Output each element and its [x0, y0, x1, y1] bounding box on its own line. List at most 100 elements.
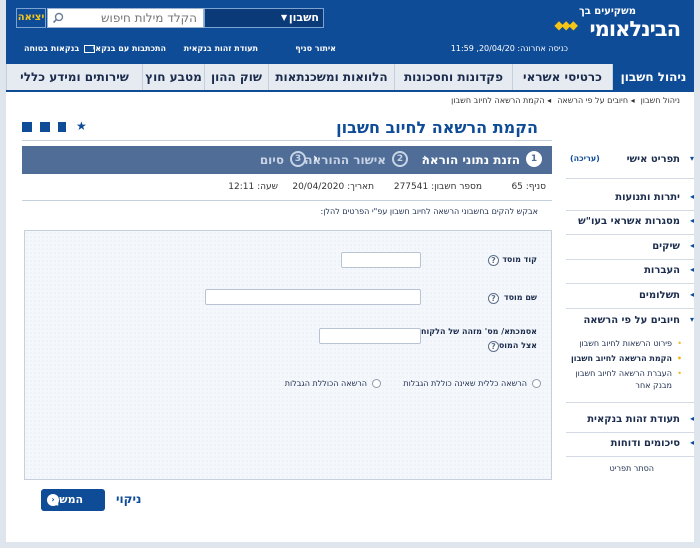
page: משקיעים בך הבינלאומי ◆◆◆ חשבון ▼ יציאה כ… — [0, 0, 700, 548]
sidebar-item-balances[interactable]: ◂ יתרות ותנועות — [566, 192, 694, 206]
step-3-label: סיום — [259, 153, 284, 167]
divider — [566, 308, 694, 309]
chevron-left-icon: ‹ — [47, 494, 59, 506]
breadcrumb: ניהול חשבון◂ חיובים על פי הרשאה◂ הקמת הר… — [451, 96, 680, 105]
search-box — [47, 8, 204, 28]
institution-code-input[interactable] — [341, 252, 421, 268]
sidebar-item-direct-debits[interactable]: ▾ חיובים על פי הרשאה — [566, 315, 694, 329]
sidebar-item-payments[interactable]: ◂ תשלומים — [566, 290, 694, 304]
account-select-label: חשבון — [288, 11, 319, 24]
step-1-label: הזנת נתוני הוראה — [421, 153, 520, 167]
save-icon[interactable] — [40, 122, 50, 132]
chevron-left-icon: ◂ — [689, 216, 694, 225]
search-input[interactable] — [73, 9, 203, 27]
hide-menu-link[interactable]: הסתר תפריט — [610, 464, 654, 473]
divider — [22, 200, 552, 201]
tab-deposits-savings[interactable]: פקדונות וחסכונות — [394, 64, 512, 90]
profile-edit-link[interactable]: (עריכה) — [570, 154, 600, 163]
reference-input[interactable] — [319, 328, 421, 344]
sidebar-subitem-create[interactable]: • הקמת הרשאה לחיוב חשבון — [568, 353, 682, 365]
time-info: שעה: 12:11 — [228, 182, 278, 192]
sidebar-item-transfers[interactable]: ◂ העברות — [566, 265, 694, 279]
top-bar: כניסה אחרונה: 20/04/20, 11:59 איתור סניף… — [6, 42, 694, 58]
sidebar-item-checks[interactable]: ◂ שיקים — [566, 241, 694, 255]
step-3-number: 3 — [290, 151, 306, 167]
page-title: הקמת הרשאה לחיוב חשבון — [336, 118, 538, 137]
form-instruction: אבקש להקים בחשבוני הרשאה לחיוב חשבון עפ"… — [320, 207, 538, 216]
divider — [566, 259, 694, 260]
sidebar-item-credit-lines[interactable]: ◂ מסגרות אשראי בעו"ש — [566, 216, 694, 230]
sidebar-item-label: סיכומים ודוחות — [610, 438, 680, 449]
steps-bar: 1 הזנת נתוני הוראה ‹ 2 אישור ההוראה ‹ 3 … — [22, 146, 552, 174]
account-info-row: סניף: 65 מספר חשבון: 277541 תאריך: 20/04… — [22, 182, 552, 196]
help-icon[interactable]: ? — [488, 341, 499, 352]
chevron-left-icon: ◂ — [689, 265, 694, 274]
radio-no-limits[interactable] — [532, 379, 541, 388]
radio-with-limits[interactable] — [372, 379, 381, 388]
reference-label-line2: אצל המוסד — [494, 341, 537, 350]
bank-id-link[interactable]: תעודת זהות בנקאית — [184, 44, 258, 53]
institution-name-input[interactable] — [205, 289, 421, 305]
breadcrumb-current: הקמת הרשאה לחיוב חשבון — [451, 96, 545, 105]
step-chevron-icon: ‹ — [313, 151, 318, 165]
sidebar-item-bank-id[interactable]: ◂ תעודת זהות בנקאית — [566, 414, 694, 428]
print-icon[interactable] — [22, 122, 32, 132]
step-1-number: 1 — [526, 151, 542, 167]
sidebar-subitem-label: פירוט הרשאות לחיוב חשבון — [579, 339, 672, 348]
divider — [566, 283, 694, 284]
authorization-form: קוד מוסד ? שם מוסד ? אסמכתא/ מס' מזהה של… — [24, 230, 552, 480]
mail-icon — [84, 45, 95, 53]
account-number-info: מספר חשבון: 277541 — [393, 182, 482, 192]
calculator-icon[interactable] — [58, 122, 66, 132]
sidebar-subitem-label: העברת הרשאה לחיוב חשבון מבנק אחר — [575, 369, 673, 390]
tab-capital-market[interactable]: שוק ההון — [204, 64, 268, 90]
divider — [22, 140, 552, 141]
star-icon[interactable]: ★ — [76, 119, 87, 133]
tab-credit-cards[interactable]: כרטיסי אשראי — [512, 64, 612, 90]
bullet-icon: • — [677, 339, 682, 348]
sidebar-item-label: תעודת זהות בנקאית — [587, 414, 680, 425]
continue-button[interactable]: ‹ המשך — [41, 489, 105, 511]
clear-link[interactable]: ניקוי — [116, 492, 141, 506]
account-select[interactable]: חשבון ▼ — [204, 8, 324, 28]
sidebar: ▾ תפריט אישי (עריכה) ◂ יתרות ותנועות ◂ מ… — [566, 144, 694, 482]
divider — [566, 402, 694, 403]
last-login-info: כניסה אחרונה: 20/04/20, 11:59 — [450, 44, 568, 53]
step-chevron-icon: ‹ — [423, 151, 428, 165]
sidebar-item-label: חיובים על פי הרשאה — [583, 315, 680, 326]
help-icon[interactable]: ? — [488, 293, 499, 304]
branch-locator-link[interactable]: איתור סניף — [295, 44, 336, 53]
chevron-down-icon: ▾ — [689, 154, 694, 163]
sidebar-item-profile[interactable]: ▾ תפריט אישי (עריכה) — [566, 154, 694, 168]
bullet-icon: • — [677, 369, 682, 378]
main-nav: ניהול חשבון כרטיסי אשראי פקדונות וחסכונו… — [6, 64, 694, 92]
sidebar-item-label: שיקים — [652, 241, 680, 252]
chevron-down-icon: ▾ — [689, 315, 694, 324]
sidebar-item-label: תשלומים — [638, 290, 680, 301]
breadcrumb-item[interactable]: חיובים על פי הרשאה — [557, 96, 628, 105]
tab-foreign-currency[interactable]: מטבע חוץ — [142, 64, 204, 90]
reference-label: אסמכתא/ מס' מזהה של הלקוח — [421, 327, 537, 336]
logo-mark-icon: ◆◆◆ — [554, 18, 578, 32]
safe-banking-link[interactable]: בנקאות בטוחה — [24, 44, 79, 53]
divider — [566, 456, 694, 457]
breadcrumb-item[interactable]: ניהול חשבון — [641, 96, 680, 105]
divider — [566, 432, 694, 433]
divider — [566, 178, 694, 179]
sidebar-subitem-list[interactable]: • פירוט הרשאות לחיוב חשבון — [568, 338, 682, 350]
search-icon[interactable] — [52, 12, 64, 24]
help-icon[interactable]: ? — [488, 255, 499, 266]
logo-tagline: משקיעים בך — [578, 6, 636, 17]
tab-account-management[interactable]: ניהול חשבון — [612, 64, 694, 90]
tab-loans-mortgages[interactable]: הלוואות ומשכנתאות — [268, 64, 394, 90]
sidebar-item-label: יתרות ותנועות — [615, 192, 680, 203]
exit-button[interactable]: יציאה — [16, 8, 46, 28]
sidebar-subitem-transfer[interactable]: • העברת הרשאה לחיוב חשבון מבנק אחר — [568, 368, 683, 392]
chevron-left-icon: ◂ — [689, 192, 694, 201]
step-2-number: 2 — [392, 151, 408, 167]
sidebar-item-reports[interactable]: ◂ סיכומים ודוחות — [566, 438, 694, 452]
toolbar-icons: ★ — [22, 119, 92, 134]
banker-messaging-link[interactable]: התכתבות עם בנקאי — [93, 44, 166, 53]
tab-services-info[interactable]: שירותים ומידע כללי — [6, 64, 142, 90]
divider — [566, 234, 694, 235]
